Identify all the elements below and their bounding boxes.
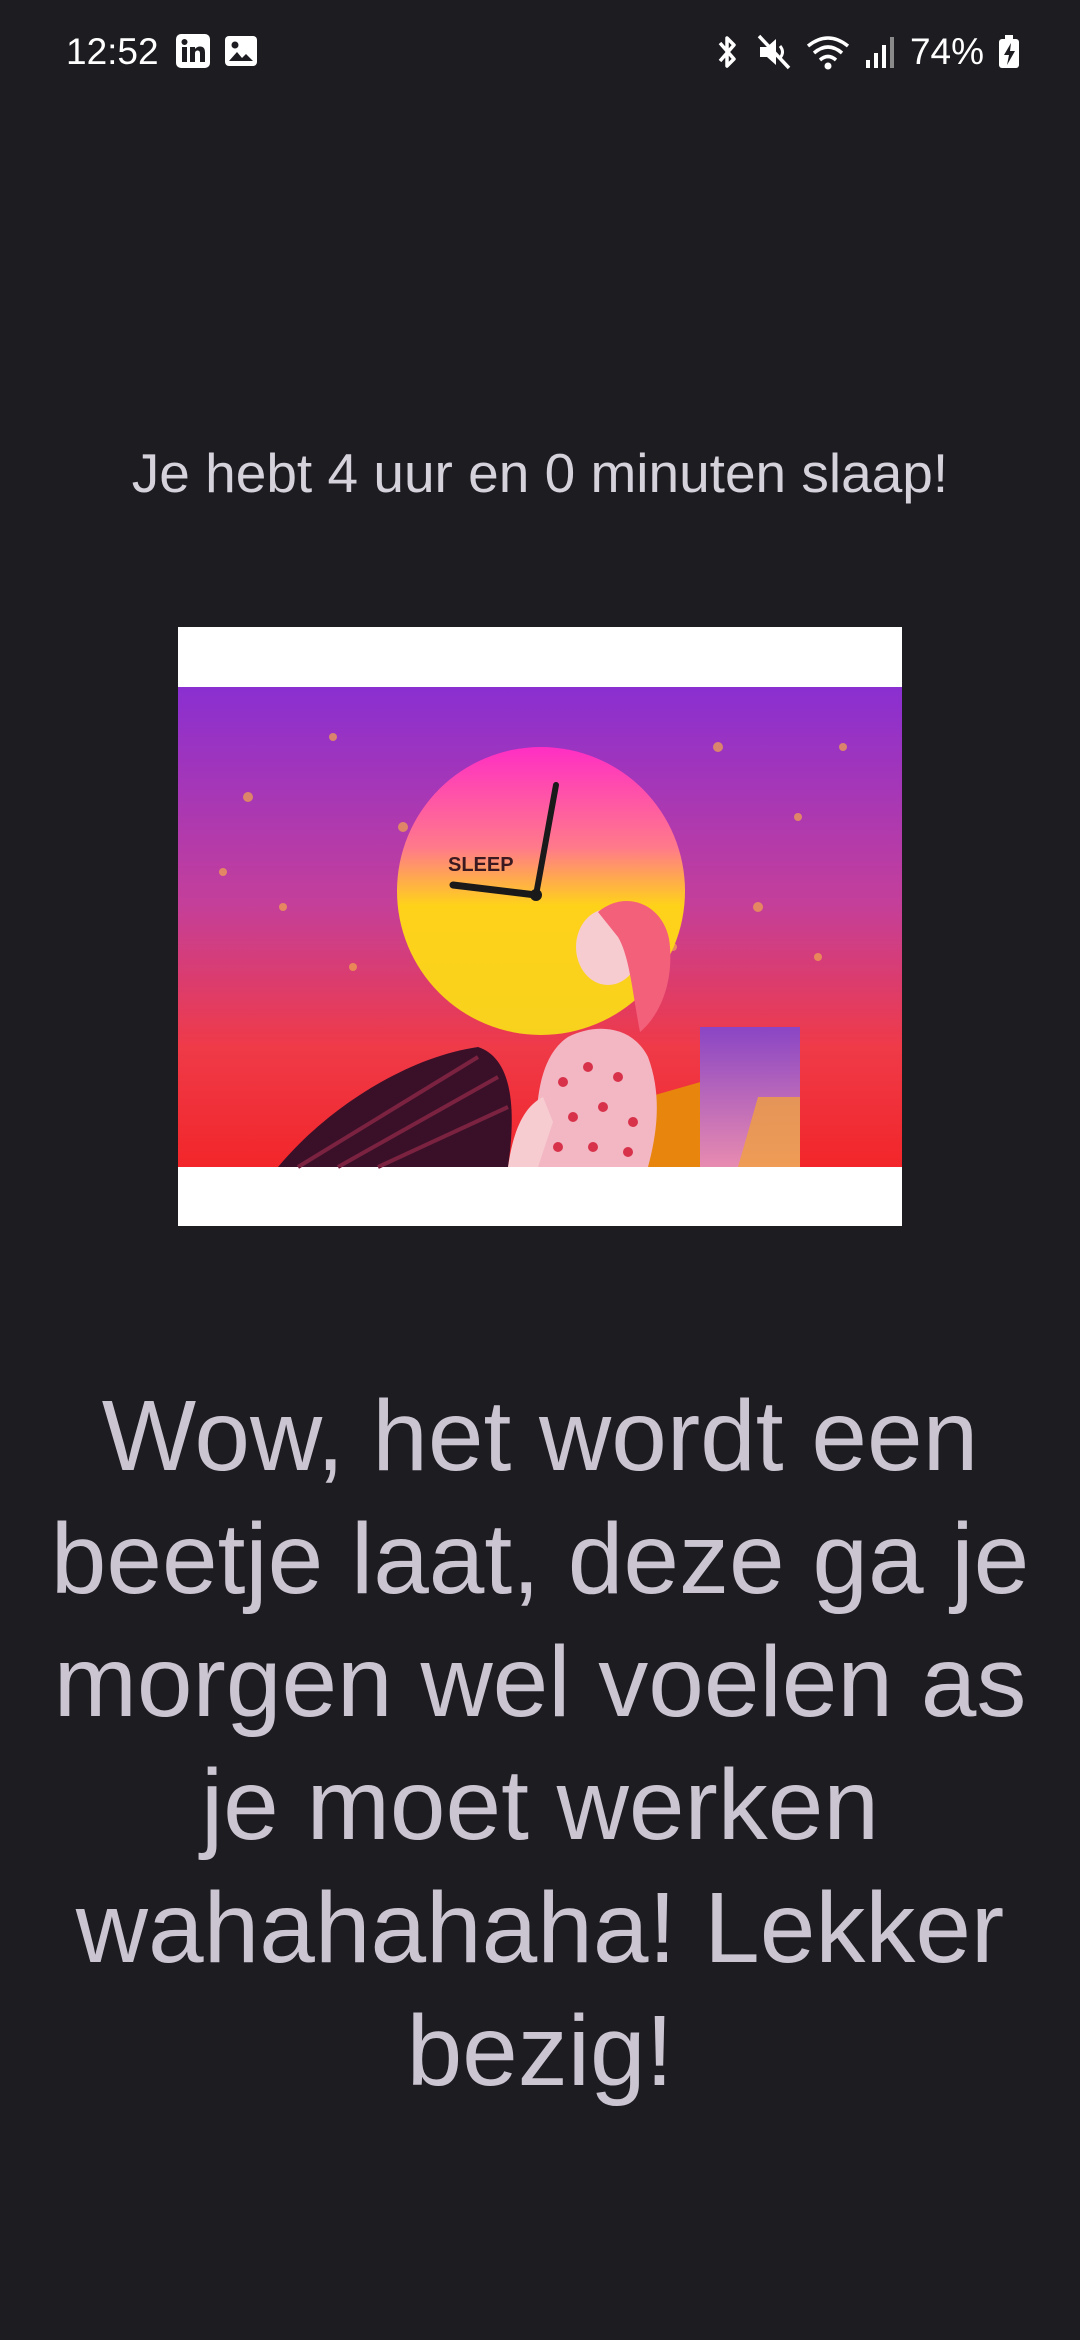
mute-icon [756,32,792,72]
image-icon [223,33,259,69]
notification-icons [175,33,259,69]
clock-woman-illustration: SLEEP [178,627,902,1226]
signal-icon [864,32,896,72]
system-status: 74% [712,30,1020,74]
bluetooth-icon [712,32,742,72]
linkedin-icon [175,33,211,69]
battery-level: 74% [909,31,984,72]
status-time: 12:52 [66,31,159,72]
wifi-icon [806,32,850,72]
sleep-summary: Je hebt 4 uur en 0 minuten slaap! [131,442,949,504]
svg-text:SLEEP: SLEEP [448,854,514,876]
battery-charging-icon [998,32,1020,72]
status-bar: 12:52 74% [0,0,1080,105]
sleep-message: Wow, het wordt een beetje laat, deze ga … [50,1380,1030,2107]
